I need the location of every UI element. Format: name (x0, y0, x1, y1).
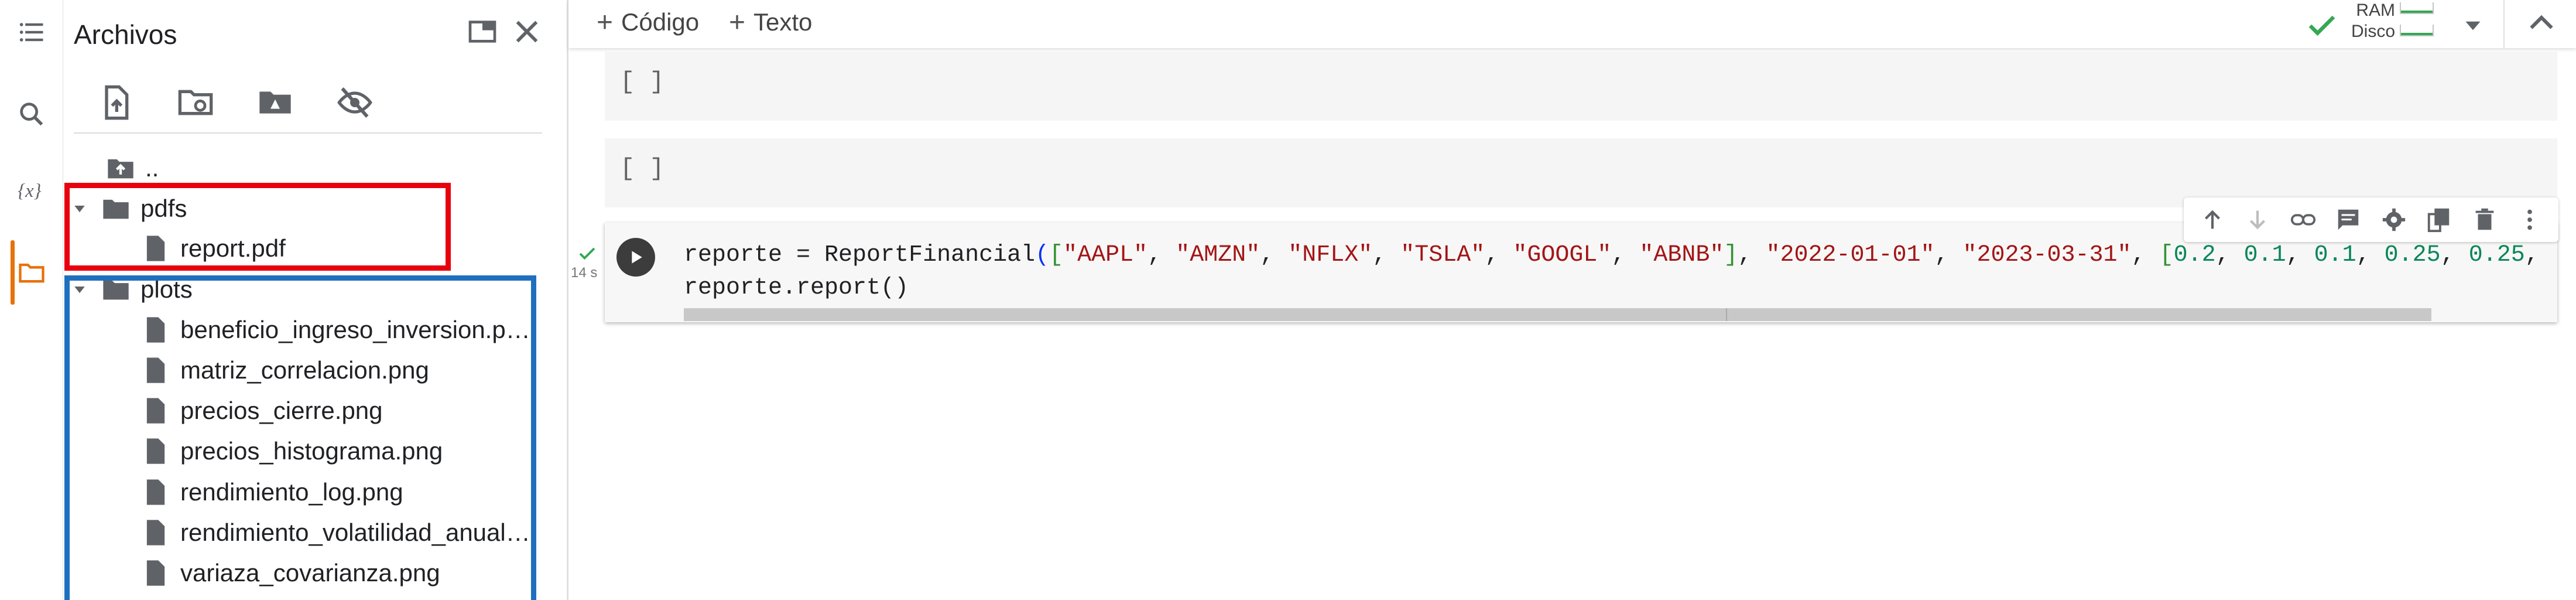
left-rail: {x} (0, 0, 63, 600)
resources-labels[interactable]: RAM Disco (2342, 0, 2395, 42)
success-check-icon (579, 247, 595, 260)
open-in-tab-button[interactable] (461, 11, 503, 53)
folder-icon[interactable] (0, 246, 63, 299)
table-of-contents-icon[interactable] (0, 6, 63, 59)
window-icon (468, 21, 496, 43)
link-icon (2290, 214, 2315, 226)
notebook-main: + Código + Texto RAM Disco [ ] [ ] 14 s (568, 0, 2576, 600)
comment-button[interactable] (2331, 203, 2365, 237)
svg-text:{x}: {x} (18, 180, 41, 202)
annotation-box-red (64, 183, 451, 271)
settings-button[interactable] (2377, 203, 2411, 237)
parent-dir-label: .. (145, 154, 159, 182)
mirror-cell-button[interactable] (2422, 203, 2456, 237)
comment-icon (2338, 209, 2359, 230)
arrow-down-icon (2250, 210, 2266, 230)
search-icon[interactable] (0, 88, 63, 141)
move-down-button[interactable] (2241, 203, 2274, 237)
disk-meter (2400, 25, 2434, 36)
resource-meters[interactable] (2400, 0, 2435, 47)
upload-icon (105, 85, 129, 120)
delete-cell-button[interactable] (2468, 203, 2502, 237)
code-cell[interactable]: [ ] (605, 52, 2557, 121)
trash-icon (2475, 208, 2494, 230)
cell-toolbar (2184, 197, 2558, 242)
code-line-1: reporte = ReportFinancial(["AAPL", "AMZN… (684, 242, 2551, 268)
files-panel: Archivos .. pdfs report.pdf plots benefi… (63, 0, 568, 600)
drive-folder-icon (259, 91, 291, 114)
scrollbar-mark (1726, 308, 1727, 321)
folder-up-icon (104, 152, 137, 185)
mount-drive-button[interactable] (246, 79, 304, 126)
code-editor[interactable]: reporte = ReportFinancial(["AAPL", "AMZN… (684, 239, 2551, 305)
more-vert-icon (2527, 209, 2533, 230)
chevron-up-icon[interactable] (2524, 6, 2559, 41)
connected-check-icon[interactable] (2304, 8, 2339, 43)
refresh-button[interactable] (166, 79, 225, 126)
move-up-button[interactable] (2195, 203, 2229, 237)
annotation-box-blue (64, 275, 536, 600)
plus-icon: + (729, 6, 746, 38)
files-toolbar (87, 79, 384, 126)
eye-off-icon (337, 87, 372, 118)
disk-label: Disco (2351, 22, 2395, 41)
execution-time: 14 s (571, 265, 598, 281)
horizontal-scrollbar[interactable] (684, 308, 2431, 321)
cell-execution-count: [ ] (620, 155, 664, 183)
notebook-toolbar: + Código + Texto RAM Disco (568, 0, 2576, 48)
variables-icon[interactable]: {x} (0, 164, 63, 217)
add-text-button[interactable]: + Texto (729, 5, 812, 40)
upload-file-button[interactable] (87, 79, 145, 126)
add-code-label: Código (621, 8, 700, 36)
plus-icon: + (597, 6, 614, 38)
close-panel-button[interactable] (506, 11, 548, 53)
folder-refresh-icon (178, 90, 213, 115)
code-line-2: reporte.report() (684, 275, 909, 301)
close-icon (516, 21, 538, 43)
cell-execution-count: [ ] (620, 68, 664, 96)
toolbar-divider (2503, 0, 2505, 48)
add-code-button[interactable]: + Código (597, 5, 699, 40)
play-icon (632, 251, 642, 264)
more-options-button[interactable] (2513, 203, 2547, 237)
mirror-tab-icon (2428, 208, 2450, 233)
panel-divider (74, 132, 542, 134)
ram-label: RAM (2356, 1, 2395, 20)
panel-title: Archivos (74, 19, 177, 50)
caret-down-icon[interactable] (2458, 11, 2488, 40)
toggle-hidden-button[interactable] (326, 79, 384, 126)
add-text-label: Texto (753, 8, 813, 36)
gear-icon (2382, 208, 2405, 231)
parent-dir-row[interactable]: .. (104, 149, 159, 187)
link-button[interactable] (2286, 203, 2320, 237)
arrow-up-icon (2204, 210, 2220, 229)
run-cell-button[interactable] (616, 238, 655, 277)
ram-meter (2400, 2, 2434, 14)
